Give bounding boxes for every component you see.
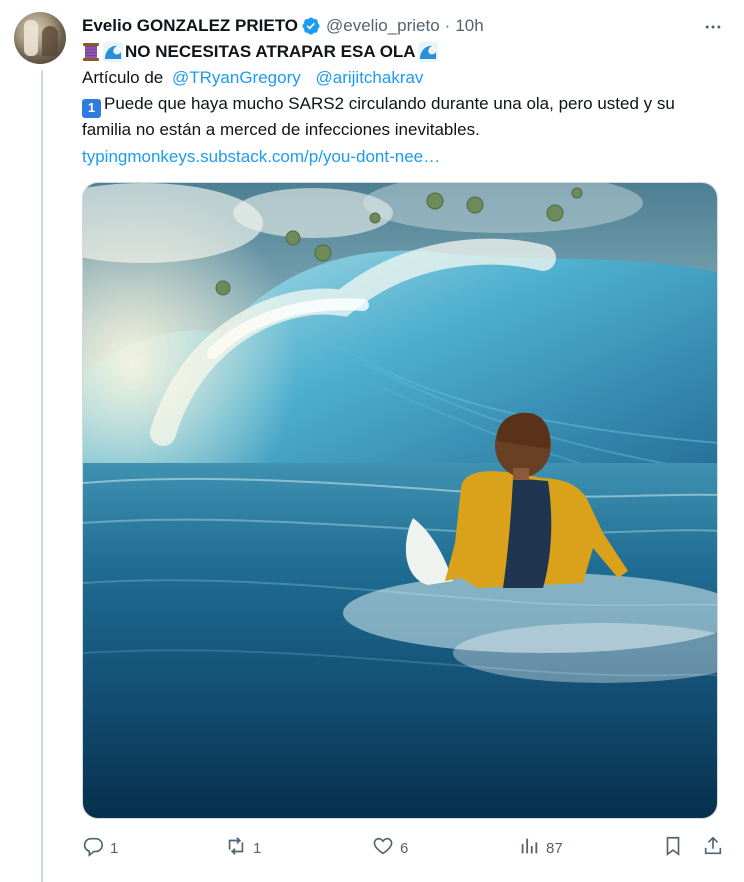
share-icon: [702, 835, 724, 861]
avatar[interactable]: [14, 12, 66, 64]
bookmark-icon: [662, 835, 684, 861]
like-icon: [372, 835, 394, 861]
tweet-body-text: Puede que haya mucho SARS2 circulando du…: [104, 94, 675, 113]
verified-badge-icon: [301, 16, 321, 36]
bookmark-button[interactable]: [662, 832, 684, 864]
thread-line: [41, 70, 43, 882]
mention-link[interactable]: @TRyanGregory: [172, 68, 301, 87]
article-credit: Artículo de @TRyanGregory @arijitchakrav: [82, 66, 423, 90]
tweet-header: Evelio GONZALEZ PRIETO @evelio_prieto · …: [82, 14, 484, 38]
tweet-image[interactable]: [82, 182, 718, 819]
author-name[interactable]: Evelio GONZALEZ PRIETO: [82, 16, 298, 36]
timestamp[interactable]: 10h: [455, 16, 483, 36]
reply-count: 1: [110, 839, 119, 857]
like-count: 6: [400, 839, 409, 857]
repost-icon: [225, 835, 247, 861]
views-icon: [518, 835, 540, 861]
separator: ·: [444, 16, 451, 35]
reply-icon: [82, 835, 104, 861]
views-count: 87: [546, 839, 563, 857]
keycap-emoji-icon: 1: [82, 98, 101, 118]
tweet-link-line: typingmonkeys.substack.com/p/you-dont-ne…: [82, 145, 440, 169]
tweet-title: NO NECESITAS ATRAPAR ESA OLA: [125, 42, 416, 61]
article-prefix: Artículo de: [82, 68, 164, 87]
repost-count: 1: [253, 839, 262, 857]
views-button[interactable]: 87: [518, 832, 563, 864]
share-button[interactable]: [702, 832, 724, 864]
more-icon[interactable]: [700, 14, 726, 40]
tweet-body-line: familia no están a merced de infecciones…: [82, 118, 480, 142]
author-handle[interactable]: @evelio_prieto: [326, 16, 440, 36]
tweet-body-line: 1 Puede que haya mucho SARS2 circulando d…: [82, 92, 675, 118]
surfer-wave-illustration: [83, 183, 717, 818]
wave-emoji-icon: [103, 42, 123, 62]
repost-button[interactable]: 1: [225, 832, 261, 864]
thread-emoji-icon: [82, 42, 100, 62]
article-link[interactable]: typingmonkeys.substack.com/p/you-dont-ne…: [82, 147, 440, 166]
mention-link[interactable]: @arijitchakrav: [315, 68, 423, 87]
reply-button[interactable]: 1: [82, 832, 118, 864]
tweet-actions: 1 1 6 87: [82, 832, 730, 864]
tweet-title-line: NO NECESITAS ATRAPAR ESA OLA: [82, 40, 440, 64]
wave-emoji-icon: [417, 42, 438, 62]
tweet-body-text: familia no están a merced de infecciones…: [82, 120, 480, 139]
like-button[interactable]: 6: [372, 832, 408, 864]
